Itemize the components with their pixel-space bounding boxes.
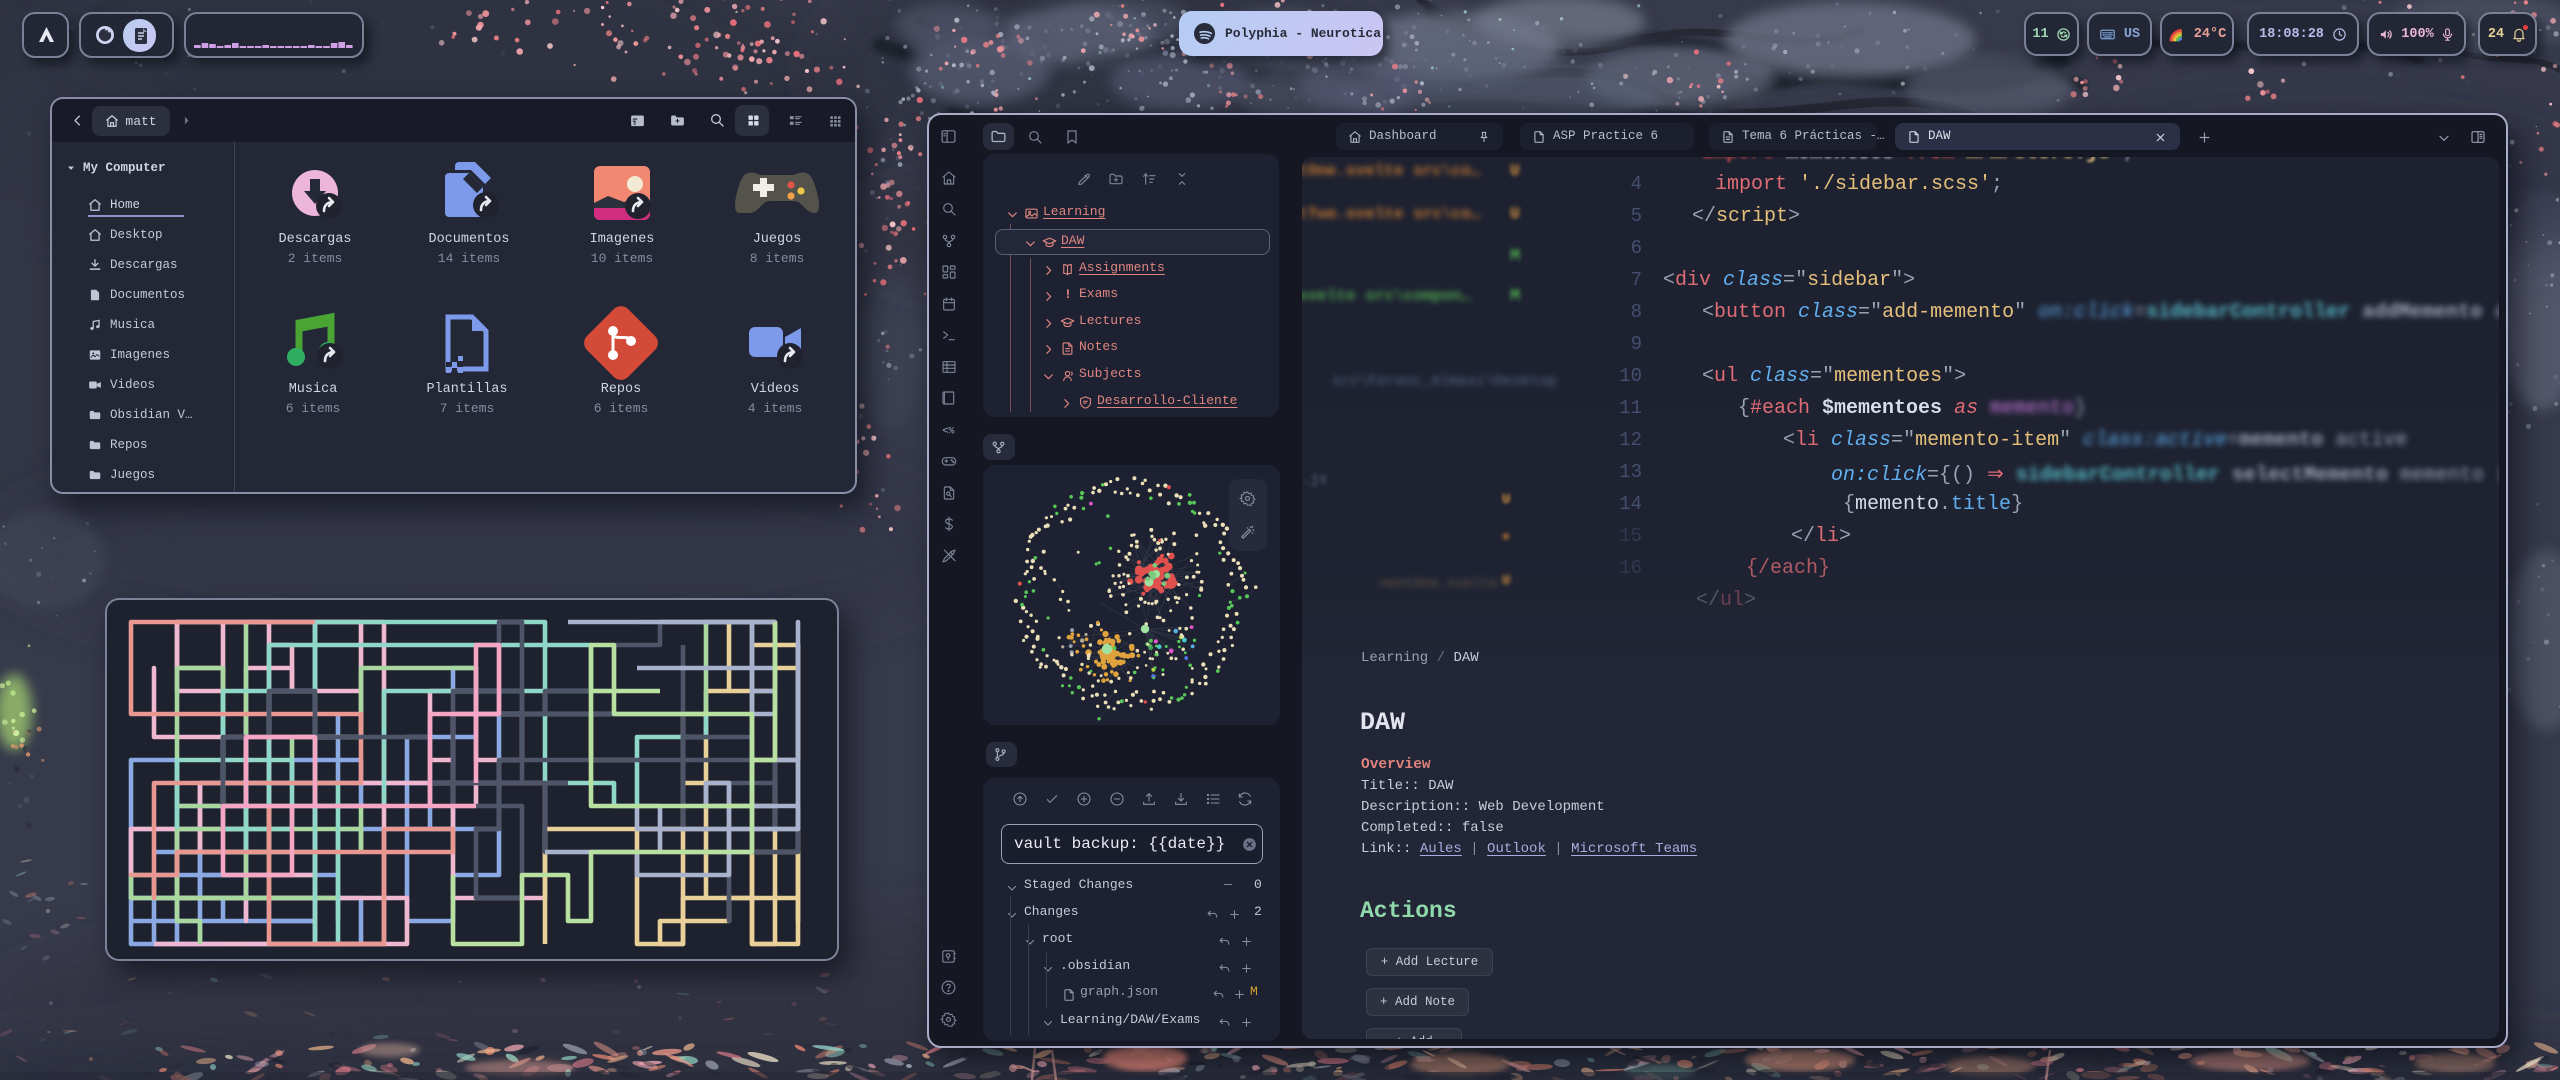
- svg-text:<%: <%: [942, 426, 954, 437]
